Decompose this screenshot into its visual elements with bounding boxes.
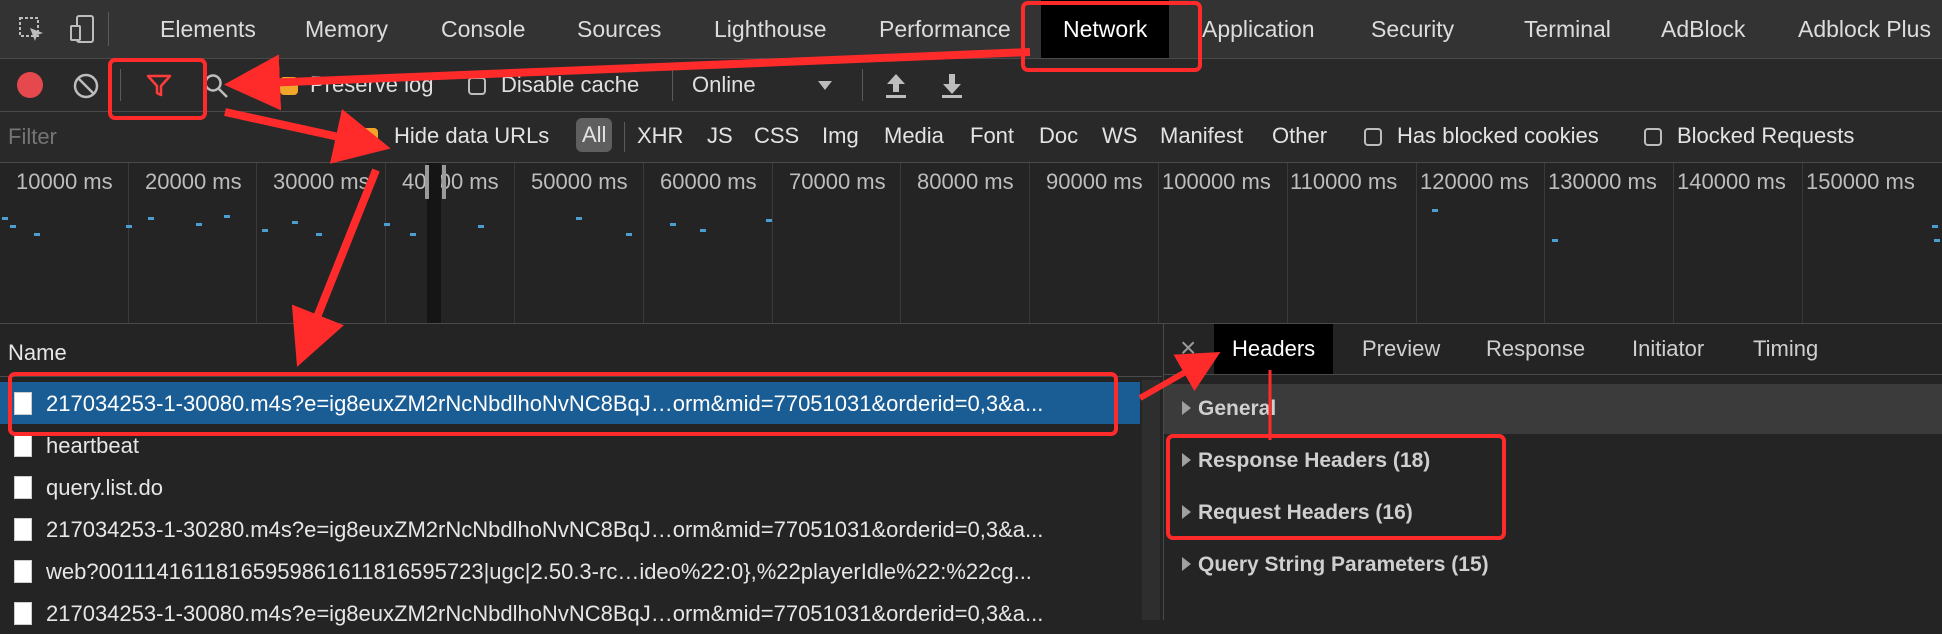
annotation-arrows bbox=[224, 48, 1272, 440]
arrow-filter-to-hide-urls bbox=[224, 108, 391, 164]
arrow-row-to-headers-tab bbox=[1138, 352, 1221, 401]
arrow-to-request-row bbox=[291, 168, 380, 367]
arrow-network-to-filter bbox=[224, 48, 1031, 111]
